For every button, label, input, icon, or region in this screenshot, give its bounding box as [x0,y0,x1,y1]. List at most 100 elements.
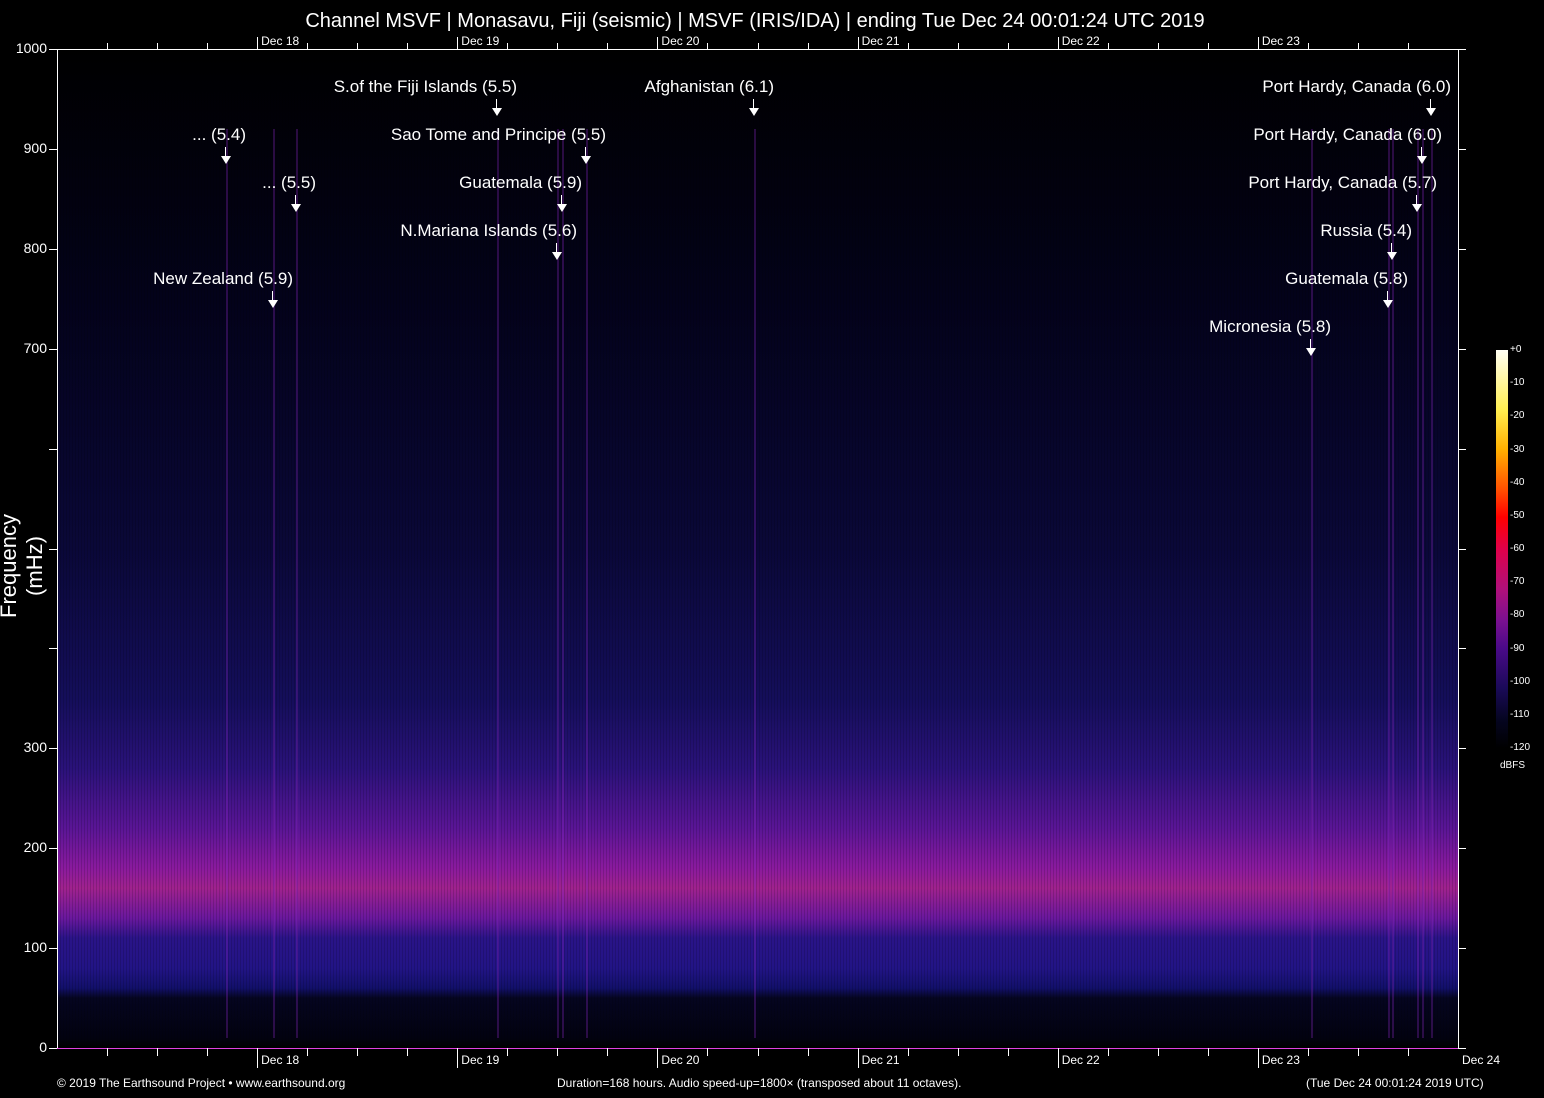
arrow-down-icon [1417,156,1427,164]
event-label: ... (5.5) [262,173,316,192]
plot-border-left [57,49,58,1048]
x-tick [1157,1048,1159,1056]
arrow-down-icon [1387,252,1397,260]
x-tick-label-top: Dec 19 [461,34,500,48]
spectrogram-plot [57,49,1458,1048]
colorbar-label: -30 [1510,443,1525,455]
arrow-down-icon [1383,300,1393,308]
x-tick [407,1048,409,1056]
y-tick-label: 800 [23,239,47,256]
y-tick [49,548,57,550]
x-tick [657,1048,659,1068]
x-tick-label-top: Dec 21 [861,34,900,48]
y-tick [49,49,57,50]
event-label: N.Mariana Islands (5.6) [400,221,577,240]
x-tick-label-top: Dec 23 [1261,34,1300,48]
x-tick-top [1307,43,1309,49]
event-spike [1392,129,1395,1038]
y-tick-right [1458,348,1466,350]
x-tick-top [857,37,859,49]
y-tick [49,248,57,250]
plot-border-top [57,49,1458,50]
x-tick-label-top: Dec 22 [1061,34,1100,48]
y-tick-right [1458,648,1466,650]
y-tick-label: 900 [23,139,47,156]
event-spike [1422,129,1425,1038]
x-end-label: Dec 24 [1462,1053,1501,1067]
event-label: Sao Tome and Principe (5.5) [390,125,606,144]
colorbar-label: -120 [1510,742,1531,753]
colorbar-label: -70 [1510,576,1525,588]
x-tick-top [257,37,259,49]
event-spike [556,129,559,1038]
x-tick-top [757,43,759,49]
x-tick-top [1007,43,1009,49]
x-tick [607,1048,609,1056]
y-tick-label: 0 [39,1039,47,1055]
event-label: ... (5.4) [192,125,246,144]
x-tick-top [707,43,709,49]
arrow-down-icon [557,204,567,212]
x-tick [207,1048,209,1056]
event-label: Russia (5.4) [1320,221,1412,240]
y-tick-right [1458,548,1466,550]
event-spike [1387,129,1390,1038]
event-label: Port Hardy, Canada (6.0) [1253,125,1442,144]
y-tick-right [1458,49,1466,50]
arrow-down-icon [1306,348,1316,356]
event-spike [272,129,275,1038]
event-spike [296,129,299,1038]
y-tick-right [1458,948,1466,950]
event-spike [1431,129,1434,1038]
x-tick-top [407,43,409,49]
colorbar-label: -80 [1510,609,1525,621]
x-tick-label: Dec 21 [861,1053,900,1067]
arrow-down-icon [291,204,301,212]
arrow-down-icon [492,108,502,116]
x-tick [807,1048,809,1056]
event-label: New Zealand (5.9) [153,269,293,288]
x-tick-top [507,43,509,49]
y-tick [49,648,57,650]
x-tick [1207,1048,1209,1056]
x-tick [1307,1048,1309,1056]
event-label: Afghanistan (6.1) [644,77,774,96]
colorbar-label: -100 [1510,675,1531,687]
y-tick-label: 300 [23,739,47,756]
y-tick [49,848,57,850]
x-tick [907,1048,909,1056]
y-tick [49,748,57,750]
x-tick-top [307,43,309,49]
x-tick [157,1048,159,1056]
x-tick-top [457,37,459,49]
colorbar-label: -90 [1510,642,1525,654]
colorbar-label: -50 [1510,509,1525,521]
event-spike [1417,129,1420,1038]
x-tick-top [1157,43,1159,49]
x-tick [257,1048,259,1068]
chart-title: Channel MSVF | Monasavu, Fiji (seismic) … [305,10,1205,32]
x-tick [857,1048,859,1068]
colorbar-label: +0 [1510,344,1522,355]
x-tick-label: Dec 18 [261,1053,300,1067]
arrow-down-icon [581,156,591,164]
y-tick-label: 200 [23,839,47,856]
duration-info: Duration=168 hours. Audio speed-up=1800×… [557,1076,962,1090]
x-tick-label-top: Dec 20 [661,34,700,48]
x-tick-top [957,43,959,49]
y-tick-right [1458,1048,1466,1049]
x-tick-top [657,37,659,49]
arrow-down-icon [552,252,562,260]
y-tick [49,448,57,450]
colorbar [1496,350,1508,748]
colorbar-label: -110 [1510,708,1530,720]
y-tick-right [1458,148,1466,150]
x-tick-label-top: Dec 18 [261,34,300,48]
x-tick-label: Dec 20 [661,1053,700,1067]
x-tick [1407,1048,1409,1056]
event-label: Micronesia (5.8) [1209,317,1331,336]
x-tick [1107,1048,1109,1056]
y-tick-right [1458,248,1466,250]
y-tick-right [1458,448,1466,450]
copyright: © 2019 The Earthsound Project • www.eart… [57,1076,346,1090]
